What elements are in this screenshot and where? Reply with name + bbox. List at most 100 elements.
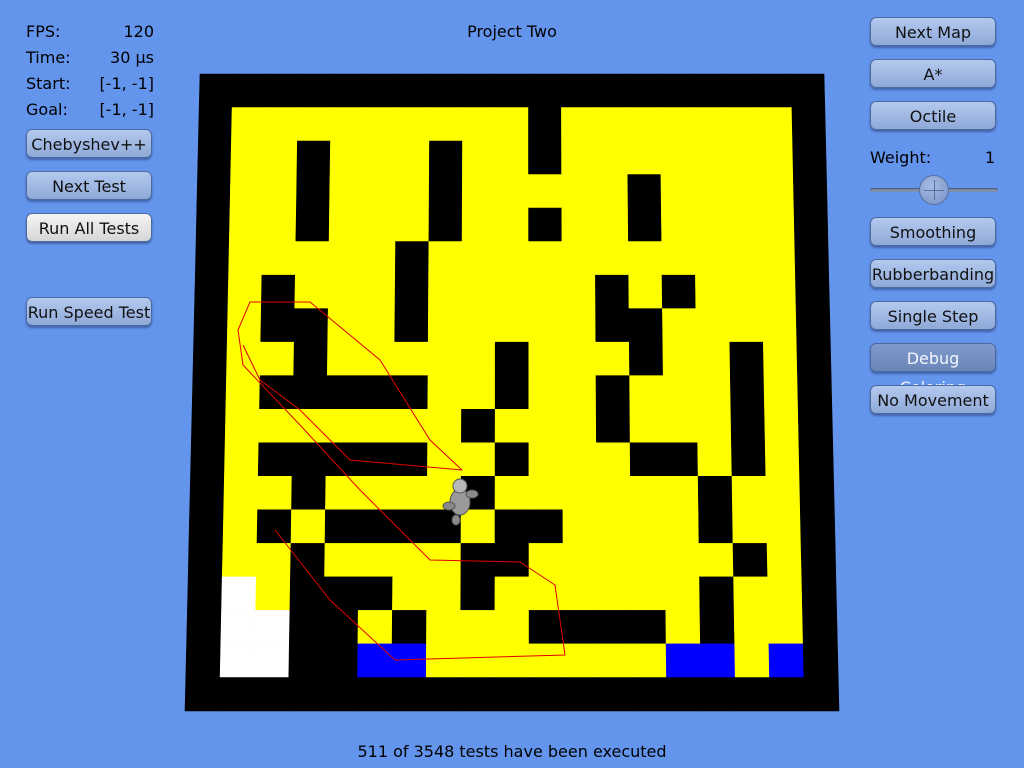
map-cell[interactable] bbox=[596, 442, 631, 477]
map-cell[interactable] bbox=[228, 207, 264, 242]
map-cell[interactable] bbox=[494, 274, 530, 310]
map-cell[interactable] bbox=[660, 140, 695, 175]
map-cell[interactable] bbox=[795, 274, 830, 310]
map-cell[interactable] bbox=[528, 140, 562, 175]
map-cell[interactable] bbox=[462, 107, 496, 142]
map-cell[interactable] bbox=[394, 341, 429, 377]
map-cell[interactable] bbox=[596, 543, 632, 578]
map-cell[interactable] bbox=[294, 241, 330, 276]
map-cell[interactable] bbox=[791, 107, 826, 142]
map-cell[interactable] bbox=[528, 408, 563, 444]
map-cell[interactable] bbox=[663, 475, 699, 511]
map-cell[interactable] bbox=[597, 677, 633, 712]
map-cell[interactable] bbox=[697, 442, 733, 477]
map-cell[interactable] bbox=[528, 475, 564, 511]
map-cell[interactable] bbox=[766, 543, 803, 578]
map-cell[interactable] bbox=[494, 341, 530, 377]
map-cell[interactable] bbox=[391, 610, 427, 645]
map-cell[interactable] bbox=[799, 475, 835, 511]
map-cell[interactable] bbox=[494, 241, 530, 276]
map-cell[interactable] bbox=[197, 140, 232, 175]
map-cell[interactable] bbox=[288, 643, 324, 678]
map-cell[interactable] bbox=[731, 442, 767, 477]
map-cell[interactable] bbox=[229, 174, 265, 209]
map-cell[interactable] bbox=[761, 241, 796, 276]
map-cell[interactable] bbox=[428, 174, 463, 209]
map-cell[interactable] bbox=[594, 140, 629, 175]
map-cell[interactable] bbox=[761, 274, 797, 310]
map-cell[interactable] bbox=[495, 107, 529, 142]
map-cell[interactable] bbox=[594, 207, 629, 242]
map-cell[interactable] bbox=[395, 140, 430, 175]
map-cell[interactable] bbox=[562, 375, 597, 410]
map-cell[interactable] bbox=[767, 610, 804, 645]
map-cell[interactable] bbox=[290, 509, 326, 544]
map-cell[interactable] bbox=[428, 274, 463, 310]
map-cell[interactable] bbox=[760, 207, 796, 242]
map-cell[interactable] bbox=[730, 408, 766, 444]
map-cell[interactable] bbox=[356, 677, 393, 712]
map-cell[interactable] bbox=[361, 274, 396, 310]
map-cell[interactable] bbox=[393, 375, 429, 410]
map-cell[interactable] bbox=[358, 475, 394, 511]
map-cell[interactable] bbox=[662, 308, 697, 343]
map-cell[interactable] bbox=[561, 308, 597, 343]
map-cell[interactable] bbox=[461, 375, 496, 410]
map-cell[interactable] bbox=[396, 107, 431, 142]
map-cell[interactable] bbox=[460, 677, 496, 712]
map-cell[interactable] bbox=[563, 643, 599, 678]
map-cell[interactable] bbox=[428, 207, 463, 242]
map-cell[interactable] bbox=[664, 543, 700, 578]
map-cell[interactable] bbox=[186, 610, 222, 645]
map-cell[interactable] bbox=[700, 643, 736, 678]
map-cell[interactable] bbox=[630, 475, 666, 511]
map-cell[interactable] bbox=[428, 241, 463, 276]
map-cell[interactable] bbox=[660, 207, 696, 242]
map-cell[interactable] bbox=[394, 308, 429, 343]
map-cell[interactable] bbox=[326, 341, 362, 377]
map-cell[interactable] bbox=[695, 274, 730, 310]
map-cell[interactable] bbox=[725, 107, 760, 142]
map-cell[interactable] bbox=[221, 543, 258, 578]
map-cell[interactable] bbox=[630, 509, 666, 544]
map-cell[interactable] bbox=[698, 543, 734, 578]
map-cell[interactable] bbox=[264, 107, 299, 142]
map-cell[interactable] bbox=[426, 610, 462, 645]
map-cell[interactable] bbox=[561, 207, 596, 242]
map-cell[interactable] bbox=[360, 341, 396, 377]
map-cell[interactable] bbox=[596, 509, 632, 544]
map-cell[interactable] bbox=[628, 274, 663, 310]
map-cell[interactable] bbox=[768, 643, 805, 678]
map-cell[interactable] bbox=[185, 643, 222, 678]
map-cell[interactable] bbox=[494, 509, 530, 544]
map-cell[interactable] bbox=[254, 610, 291, 645]
map-cell[interactable] bbox=[187, 543, 224, 578]
map-cell[interactable] bbox=[230, 140, 265, 175]
map-cell[interactable] bbox=[261, 241, 297, 276]
map-cell[interactable] bbox=[460, 442, 496, 477]
map-cell[interactable] bbox=[728, 308, 764, 343]
map-cell[interactable] bbox=[224, 442, 260, 477]
map-cell[interactable] bbox=[195, 207, 231, 242]
map-cell[interactable] bbox=[561, 341, 597, 377]
map-cell[interactable] bbox=[297, 107, 332, 142]
map-cell[interactable] bbox=[461, 174, 496, 209]
map-cell[interactable] bbox=[461, 274, 496, 310]
map-cell[interactable] bbox=[764, 442, 800, 477]
map-cell[interactable] bbox=[219, 677, 255, 712]
map-cell[interactable] bbox=[626, 107, 661, 142]
map-cell[interactable] bbox=[563, 677, 599, 712]
map-cell[interactable] bbox=[767, 576, 803, 611]
map-cell[interactable] bbox=[192, 341, 228, 377]
map-cell[interactable] bbox=[628, 308, 664, 343]
map-cell[interactable] bbox=[494, 643, 530, 678]
map-cell[interactable] bbox=[296, 140, 331, 175]
map-cell[interactable] bbox=[391, 643, 427, 678]
map-cell[interactable] bbox=[194, 241, 230, 276]
map-cell[interactable] bbox=[595, 308, 630, 343]
map-cell[interactable] bbox=[427, 308, 463, 343]
map-cell[interactable] bbox=[698, 509, 734, 544]
map-cell[interactable] bbox=[359, 408, 395, 444]
map-cell[interactable] bbox=[427, 442, 462, 477]
map-cell[interactable] bbox=[494, 475, 530, 511]
